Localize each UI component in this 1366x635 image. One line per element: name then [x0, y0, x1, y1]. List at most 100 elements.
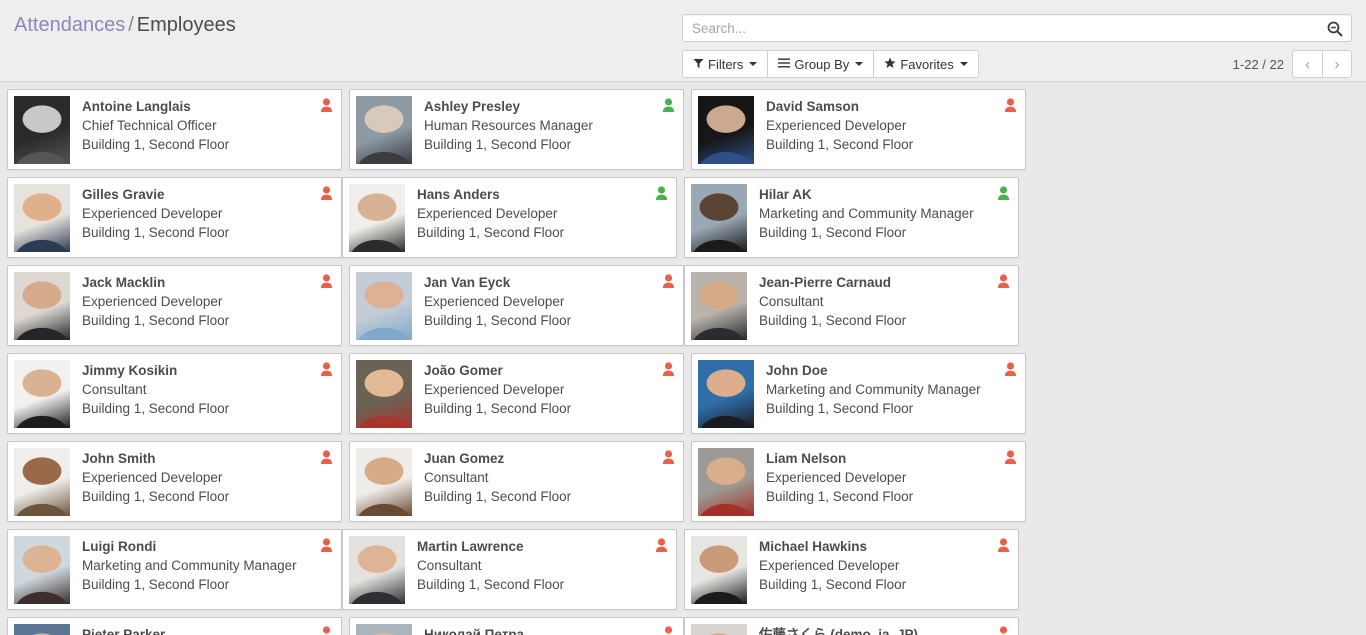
employee-location: Building 1, Second Floor	[766, 489, 914, 504]
breadcrumb: Attendances / Employees	[14, 14, 236, 37]
employee-kanban-board: Antoine Langlais Chief Technical Officer B…	[0, 82, 1366, 635]
employee-job-title: Consultant	[82, 382, 147, 397]
attendance-status-icon[interactable]	[662, 98, 675, 112]
attendance-status-icon[interactable]	[1004, 450, 1017, 464]
employee-card[interactable]: Pieter ParkerChief Executive OfficerBuil…	[7, 617, 342, 635]
avatar-jean-pierre-carnaud	[691, 272, 747, 340]
employee-name: Jimmy Kosikin	[82, 363, 178, 378]
filters-button[interactable]: Filters	[682, 50, 768, 78]
employee-card[interactable]: Luigi Rondi Marketing and Community Manag…	[7, 529, 342, 610]
employee-job-title: Experienced Developer	[82, 470, 223, 485]
chevron-down-icon	[959, 62, 968, 66]
pager-range: 1-22 / 22	[1232, 56, 1284, 72]
avatar-gilles-gravie	[14, 184, 70, 252]
attendance-status-icon[interactable]	[997, 274, 1010, 288]
employee-card-body: Luigi Rondi Marketing and Community Manag…	[70, 536, 333, 603]
attendance-status-icon[interactable]	[320, 274, 333, 288]
employee-card[interactable]: Hans Anders Experienced Developer Building…	[342, 177, 677, 258]
employee-name: Jean-Pierre Carnaud	[759, 275, 892, 290]
attendance-status-icon[interactable]	[320, 450, 333, 464]
employee-card[interactable]: John Smith Experienced Developer Building …	[7, 441, 342, 522]
attendance-status-icon[interactable]	[1004, 98, 1017, 112]
attendance-status-icon[interactable]	[655, 538, 668, 552]
employee-card[interactable]: Antoine Langlais Chief Technical Officer B…	[7, 89, 342, 170]
employee-card-body: John Doe Marketing and Community Manager B…	[754, 360, 1017, 427]
employee-card-body: João Gomer Experienced Developer Building …	[412, 360, 675, 427]
employee-job-title: Human Resources Manager	[424, 118, 593, 133]
employee-card-body: Gilles Gravie Experienced Developer Buildi…	[70, 184, 333, 251]
favorites-label: Favorites	[900, 56, 954, 72]
employee-name: Jan Van Eyck	[424, 275, 511, 290]
employee-card[interactable]: Liam Nelson Experienced Developer Building…	[691, 441, 1026, 522]
attendance-status-icon[interactable]	[320, 538, 333, 552]
employee-name: Jack Macklin	[82, 275, 166, 290]
employee-job-title: Experienced Developer	[424, 382, 565, 397]
employee-card[interactable]: Hilar AK Marketing and Community Manager B…	[684, 177, 1019, 258]
favorites-button[interactable]: Favorites	[873, 50, 979, 78]
employee-card[interactable]: João Gomer Experienced Developer Building …	[349, 353, 684, 434]
employee-name: Liam Nelson	[766, 451, 847, 466]
employee-card-body: Pieter ParkerChief Executive OfficerBuil…	[70, 624, 333, 635]
employee-card[interactable]: Jean-Pierre Carnaud Consultant Building 1,…	[684, 265, 1019, 346]
attendance-status-icon[interactable]	[997, 626, 1010, 635]
employee-location: Building 1, Second Floor	[82, 489, 230, 504]
employee-card[interactable]: Martin Lawrence Consultant Building 1, Sec…	[342, 529, 677, 610]
employee-name: João Gomer	[424, 363, 503, 378]
attendance-status-icon[interactable]	[320, 98, 333, 112]
group-by-button[interactable]: Group By	[767, 50, 874, 78]
filter-button-group: Filters Group By Favorites	[682, 50, 979, 78]
attendance-status-icon[interactable]	[997, 186, 1010, 200]
employee-card[interactable]: Michael Hawkins Experienced Developer Buil…	[684, 529, 1019, 610]
pager-next-button[interactable]: ›	[1322, 50, 1352, 78]
attendance-status-icon[interactable]	[662, 450, 675, 464]
attendance-status-icon[interactable]	[320, 626, 333, 635]
avatar-john-smith	[14, 448, 70, 516]
attendance-status-icon[interactable]	[662, 274, 675, 288]
employee-name: Pieter Parker	[82, 627, 166, 635]
employee-location: Building 1, Second Floor	[82, 225, 230, 240]
star-icon	[884, 57, 896, 71]
employee-card[interactable]: John Doe Marketing and Community Manager B…	[691, 353, 1026, 434]
employee-card[interactable]: David Samson Experienced Developer Buildin…	[691, 89, 1026, 170]
search-bar[interactable]	[682, 14, 1352, 42]
employee-card[interactable]: Jimmy Kosikin Consultant Building 1, Secon…	[7, 353, 342, 434]
attendance-status-icon[interactable]	[662, 362, 675, 376]
employee-job-title: Experienced Developer	[766, 470, 907, 485]
employee-card[interactable]: Николай ПетраConsultantBuilding 1, Secon…	[349, 617, 684, 635]
search-icon[interactable]	[1326, 20, 1344, 38]
employee-job-title: Consultant	[759, 294, 824, 309]
employee-job-title: Consultant	[424, 470, 489, 485]
employee-location: Building 1, Second Floor	[766, 137, 914, 152]
employee-job-title: Experienced Developer	[766, 118, 907, 133]
employee-card[interactable]: Ashley Presley Human Resources Manager Bui…	[349, 89, 684, 170]
employee-card[interactable]: Jack Macklin Experienced Developer Buildin…	[7, 265, 342, 346]
employee-card[interactable]: Gilles Gravie Experienced Developer Buildi…	[7, 177, 342, 258]
employee-location: Building 1, Second Floor	[759, 225, 907, 240]
search-input[interactable]	[683, 15, 1351, 41]
attendance-status-icon[interactable]	[662, 626, 675, 635]
employee-name: Hans Anders	[417, 187, 500, 202]
pager-previous-button[interactable]: ‹	[1292, 50, 1322, 78]
employee-card[interactable]: Jan Van Eyck Experienced Developer Buildin…	[349, 265, 684, 346]
control-panel: Attendances/Employees Filters	[0, 0, 1366, 82]
employee-card[interactable]: 佐藤さくら (demo_ja_JP)ConsultantBuilding 1, …	[684, 617, 1019, 635]
avatar-michael-hawkins	[691, 536, 747, 604]
avatar-hilar-ak	[691, 184, 747, 252]
avatar-john-doe	[698, 360, 754, 428]
attendance-status-icon[interactable]	[320, 362, 333, 376]
breadcrumb-separator: /	[128, 14, 134, 36]
attendance-status-icon[interactable]	[997, 538, 1010, 552]
employee-card-body: Juan Gomez Consultant Building 1, Second F…	[412, 448, 675, 515]
attendance-status-icon[interactable]	[320, 186, 333, 200]
attendance-status-icon[interactable]	[655, 186, 668, 200]
employee-job-title: Experienced Developer	[759, 558, 900, 573]
list-icon	[778, 58, 791, 70]
chevron-left-icon: ‹	[1305, 55, 1310, 73]
filters-label: Filters	[708, 56, 744, 72]
avatar-ashley-presley	[356, 96, 412, 164]
breadcrumb-item-attendances[interactable]: Attendances	[14, 14, 125, 36]
pager-buttons: ‹ ›	[1292, 50, 1352, 78]
attendance-status-icon[interactable]	[1004, 362, 1017, 376]
group-by-label: Group By	[794, 56, 850, 72]
employee-card[interactable]: Juan Gomez Consultant Building 1, Second F…	[349, 441, 684, 522]
